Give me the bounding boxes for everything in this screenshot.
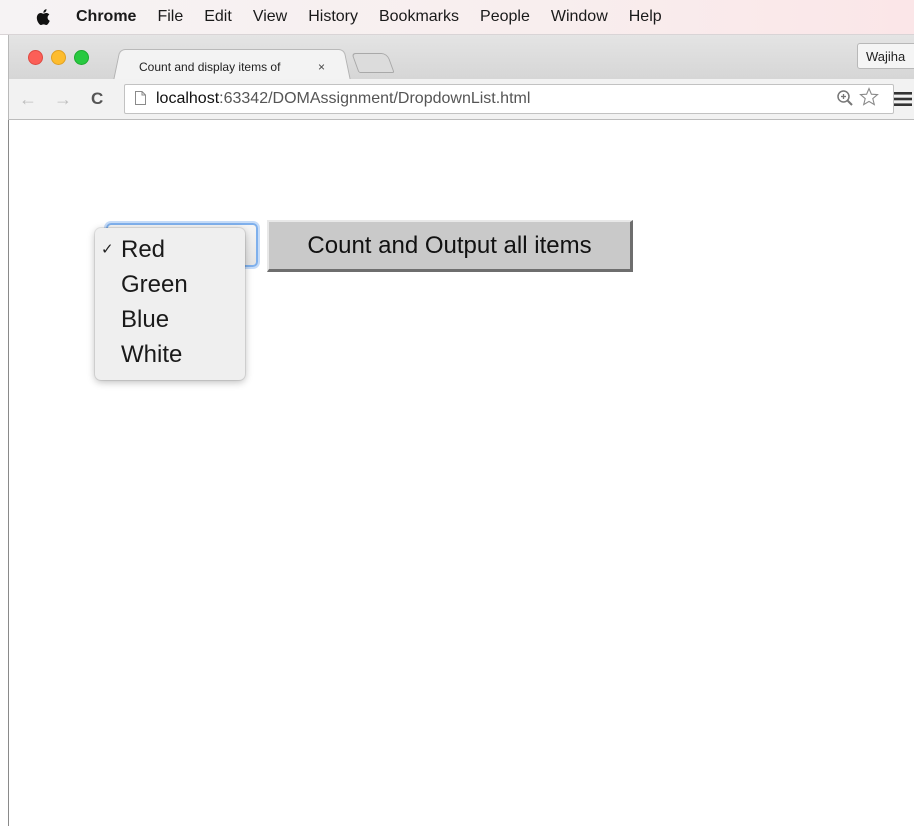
menu-view[interactable]: View bbox=[253, 8, 287, 26]
apple-icon[interactable] bbox=[34, 7, 54, 27]
star-icon[interactable] bbox=[859, 87, 879, 107]
menu-bar: Chrome File Edit View History Bookmarks … bbox=[0, 0, 914, 35]
window-close-button[interactable] bbox=[28, 50, 43, 65]
menu-window[interactable]: Window bbox=[551, 8, 608, 26]
dropdown-option-blue[interactable]: Blue bbox=[95, 302, 245, 337]
tab-label-group: Count and display items of × bbox=[139, 55, 349, 79]
dropdown-option-white[interactable]: White bbox=[95, 337, 245, 372]
new-tab-button[interactable] bbox=[351, 53, 395, 73]
tab-close-icon[interactable]: × bbox=[318, 60, 325, 74]
window-minimize-button[interactable] bbox=[51, 50, 66, 65]
forward-arrow-icon[interactable]: → bbox=[54, 89, 72, 109]
url-path: :63342/DOMAssignment/DropdownList.html bbox=[219, 90, 531, 107]
option-label: White bbox=[121, 341, 183, 368]
menu-file[interactable]: File bbox=[157, 8, 183, 26]
address-bar[interactable]: localhost:63342/DOMAssignment/DropdownLi… bbox=[124, 84, 894, 114]
page-icon bbox=[135, 91, 146, 105]
checkmark-icon: ✓ bbox=[101, 241, 114, 258]
menu-app-name[interactable]: Chrome bbox=[76, 8, 136, 26]
browser-toolbar: ← → C localhost:63342/DOMAssignment/Drop… bbox=[8, 79, 914, 120]
url-text[interactable]: localhost:63342/DOMAssignment/DropdownLi… bbox=[156, 90, 530, 108]
profile-button[interactable]: Wajiha bbox=[857, 43, 914, 69]
back-arrow-icon[interactable]: ← bbox=[19, 89, 37, 109]
menu-help[interactable]: Help bbox=[629, 8, 662, 26]
dropdown-option-red[interactable]: ✓ Red bbox=[95, 232, 245, 267]
tab-title[interactable]: Count and display items of bbox=[139, 60, 314, 74]
menu-people[interactable]: People bbox=[480, 8, 530, 26]
option-label: Green bbox=[121, 271, 188, 298]
menu-icon[interactable] bbox=[894, 92, 912, 106]
browser-window: Chrome File Edit View History Bookmarks … bbox=[0, 0, 914, 826]
zoom-icon[interactable] bbox=[836, 89, 854, 107]
menu-history[interactable]: History bbox=[308, 8, 358, 26]
window-maximize-button[interactable] bbox=[74, 50, 89, 65]
reload-icon[interactable]: C bbox=[91, 89, 103, 109]
menu-edit[interactable]: Edit bbox=[204, 8, 232, 26]
option-label: Red bbox=[121, 236, 166, 263]
page-content: Count and Output all items ✓ Red Green B… bbox=[8, 120, 914, 826]
count-output-button[interactable]: Count and Output all items bbox=[267, 220, 633, 272]
dropdown-option-green[interactable]: Green bbox=[95, 267, 245, 302]
option-label: Blue bbox=[121, 306, 170, 333]
menu-bookmarks[interactable]: Bookmarks bbox=[379, 8, 459, 26]
tab-strip: Count and display items of × Wajiha bbox=[8, 35, 914, 81]
dropdown-menu: ✓ Red Green Blue White bbox=[95, 228, 245, 380]
url-host: localhost bbox=[156, 90, 220, 107]
